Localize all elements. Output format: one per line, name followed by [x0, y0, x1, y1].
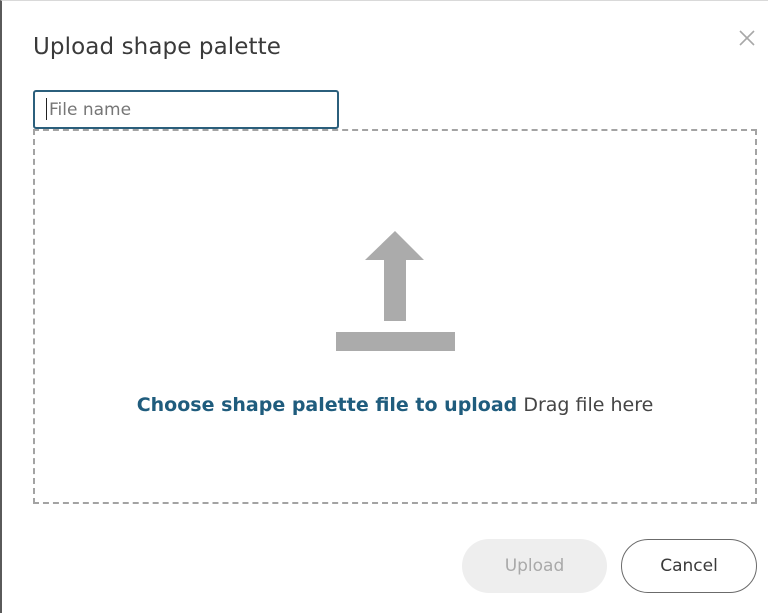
close-icon [739, 30, 755, 46]
upload-button[interactable]: Upload [462, 539, 607, 593]
drop-zone-text: Choose shape palette file to upload Drag… [35, 393, 755, 417]
close-button[interactable] [737, 28, 757, 48]
text-caret [46, 98, 47, 120]
dialog-title: Upload shape palette [33, 34, 282, 60]
upload-shape-palette-dialog: Upload shape palette Choose shape palett… [0, 0, 768, 613]
file-name-input[interactable] [33, 90, 339, 129]
file-drop-zone[interactable]: Choose shape palette file to upload Drag… [33, 129, 757, 504]
upload-arrow-icon [335, 231, 457, 353]
drag-file-hint: Drag file here [523, 394, 654, 416]
choose-file-link[interactable]: Choose shape palette file to upload [137, 394, 518, 416]
cancel-button[interactable]: Cancel [621, 539, 757, 593]
